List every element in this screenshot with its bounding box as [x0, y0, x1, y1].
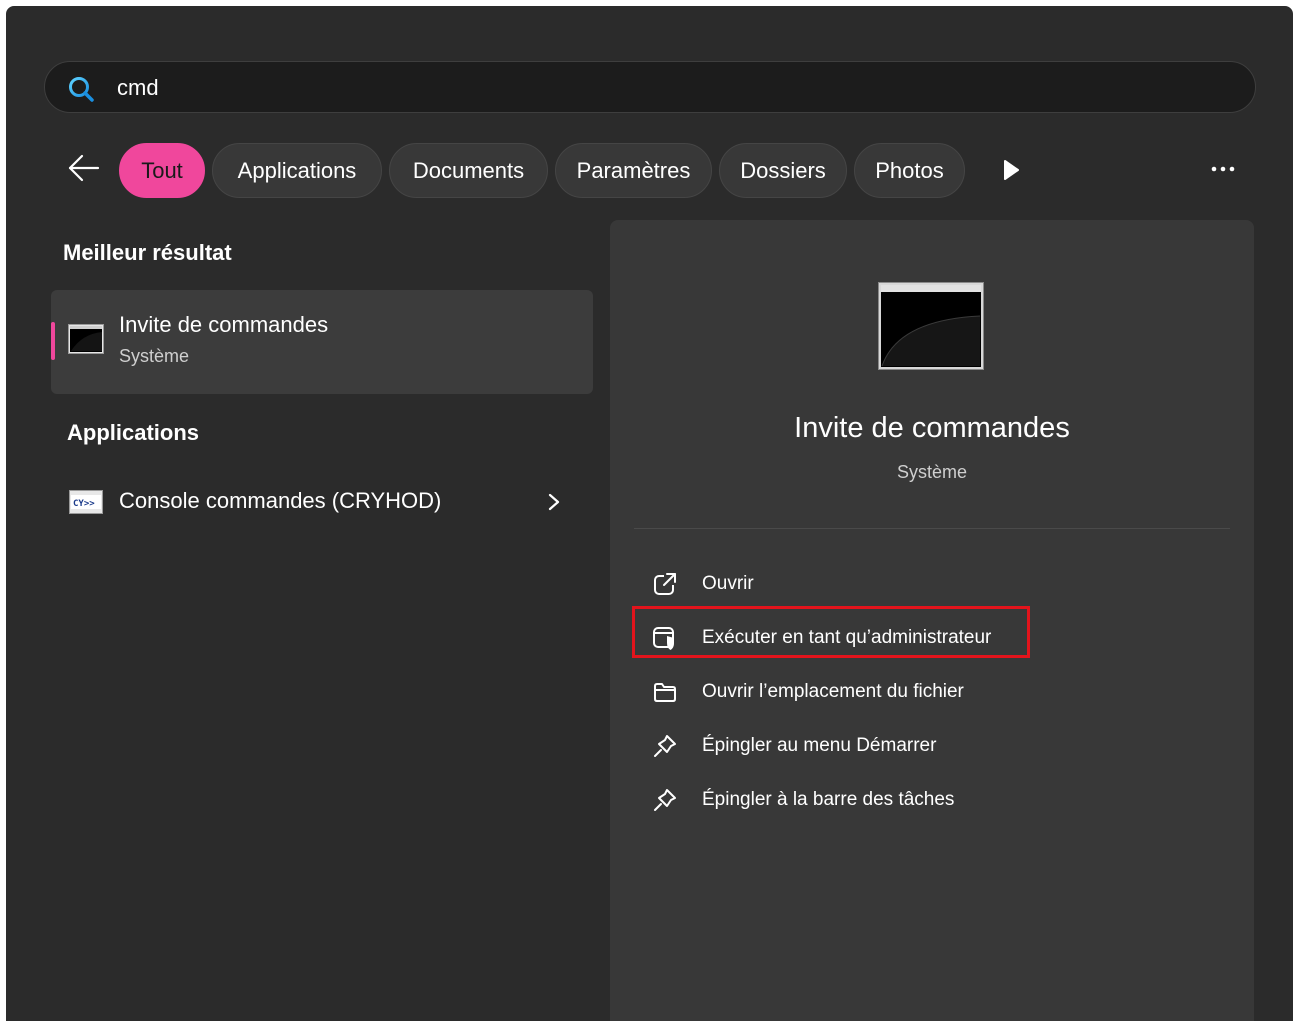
svg-text:CY>>: CY>> [73, 499, 95, 509]
applications-header: Applications [67, 420, 200, 445]
action-pin-start[interactable]: Épingler au menu Démarrer [646, 726, 1066, 766]
selection-accent [51, 322, 55, 360]
search-input[interactable] [115, 72, 1219, 104]
action-open-file-location-label: Ouvrir l’emplacement du fichier [702, 681, 964, 702]
search-box[interactable] [44, 61, 1256, 113]
filter-tab-dossiers[interactable]: Dossiers [719, 143, 847, 198]
best-result-subtitle: Système [119, 346, 190, 366]
folder-icon [654, 683, 676, 702]
action-pin-taskbar-label: Épingler à la barre des tâches [702, 789, 955, 810]
divider [634, 528, 1230, 529]
best-result-title: Invite de commandes [119, 312, 329, 337]
command-prompt-large-icon [878, 282, 984, 370]
filter-tab-parametres[interactable]: Paramètres [555, 143, 712, 198]
play-more-filters-icon[interactable] [1001, 158, 1021, 182]
action-pin-start-label: Épingler au menu Démarrer [702, 735, 937, 756]
filter-tab-documents[interactable]: Documents [389, 143, 548, 198]
app-list-item-label: Console commandes (CRYHOD) [119, 488, 442, 513]
highlight-box [632, 606, 1030, 658]
detail-subtitle: Système [896, 462, 968, 482]
pin-icon [654, 735, 676, 757]
open-external-icon [654, 572, 677, 595]
chevron-right-icon[interactable] [547, 492, 561, 512]
detail-title: Invite de commandes [794, 412, 1070, 444]
search-icon [69, 77, 94, 102]
action-open[interactable]: Ouvrir [646, 564, 1066, 604]
best-result-item[interactable]: Invite de commandes Système [51, 290, 593, 394]
best-result-header: Meilleur résultat [63, 240, 232, 265]
app-list-item[interactable]: CY>> Console commandes (CRYHOD) [51, 472, 593, 532]
detail-panel: Invite de commandes Système Ouvrir Exécu… [610, 220, 1254, 1021]
action-open-label: Ouvrir [702, 573, 754, 594]
filter-tab-tout[interactable]: Tout [119, 143, 205, 198]
action-open-file-location[interactable]: Ouvrir l’emplacement du fichier [646, 672, 1066, 712]
pin-icon [654, 789, 676, 811]
start-search-window: Tout Applications Documents Paramètres D… [6, 6, 1293, 1021]
more-options-icon[interactable] [1206, 156, 1240, 182]
command-prompt-icon [68, 324, 104, 354]
filter-tab-photos[interactable]: Photos [854, 143, 965, 198]
filter-tab-applications[interactable]: Applications [212, 143, 382, 198]
back-arrow-icon[interactable] [66, 152, 102, 184]
action-pin-taskbar[interactable]: Épingler à la barre des tâches [646, 780, 1066, 820]
console-app-icon: CY>> [69, 490, 103, 514]
